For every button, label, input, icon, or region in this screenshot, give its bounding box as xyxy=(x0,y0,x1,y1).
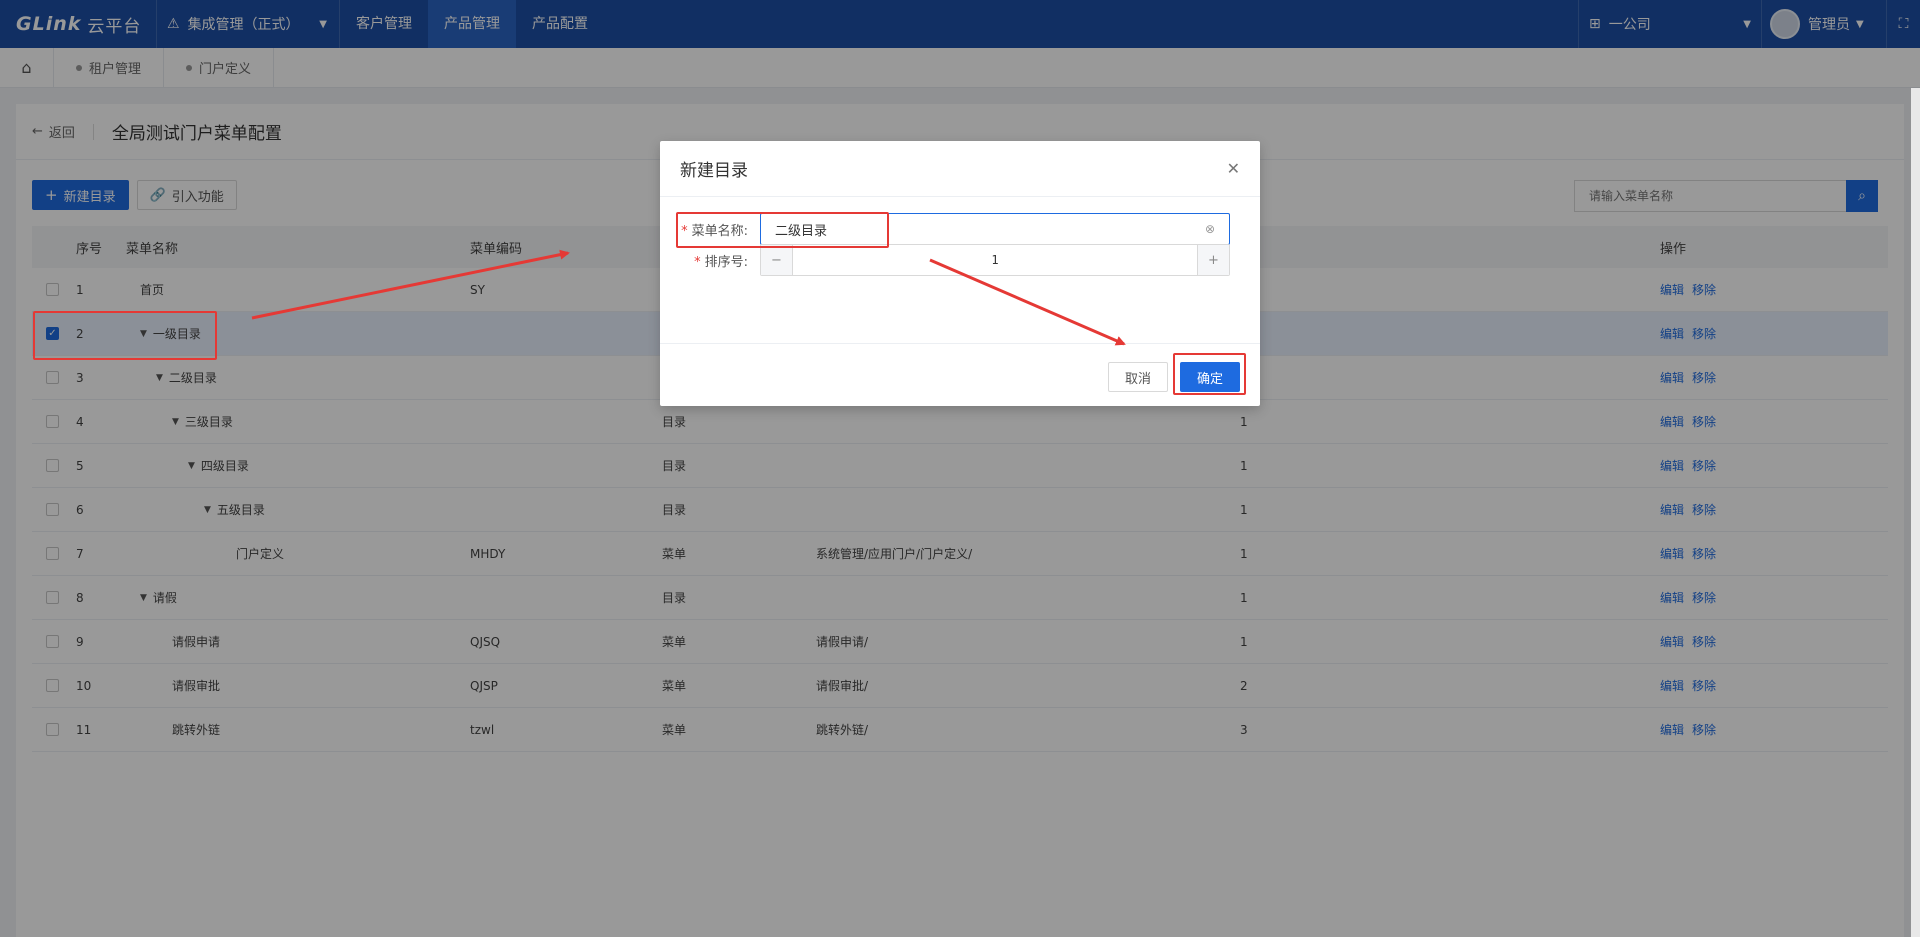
annotation-arrow xyxy=(251,249,570,320)
annotation-arrows xyxy=(251,249,1126,346)
annotation-arrow xyxy=(929,258,1126,346)
